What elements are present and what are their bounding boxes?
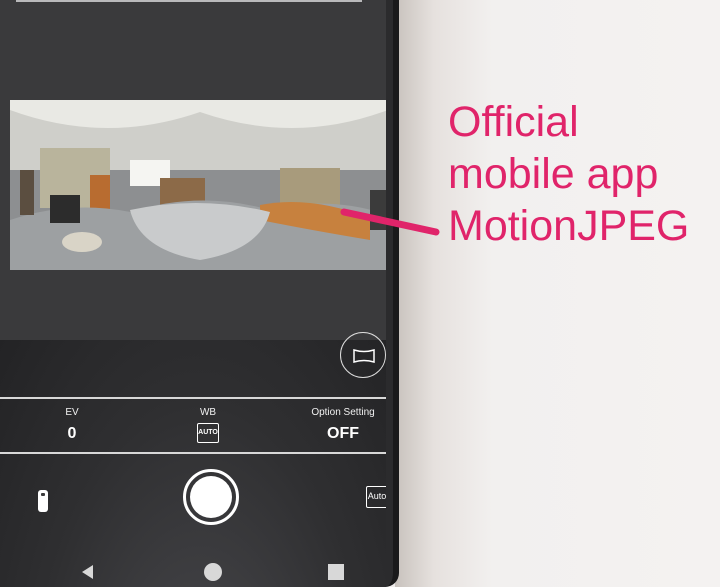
phone-frame: EV 0 WB AUTO Option Setting OFF Auto: [0, 0, 399, 587]
nav-back-button[interactable]: [78, 562, 98, 582]
annotation-line-3: MotionJPEG: [448, 202, 690, 250]
reflection-shade: [0, 340, 386, 587]
annotation-line-2: mobile app: [448, 150, 659, 198]
home-icon: [204, 563, 222, 581]
view-mode-button[interactable]: [340, 332, 386, 378]
live-preview[interactable]: [10, 100, 386, 270]
option-setting-label: Option Setting: [311, 407, 375, 418]
back-icon: [82, 565, 93, 579]
camera-mode-icon: [38, 490, 48, 512]
panorama-image: [10, 100, 386, 270]
wb-control[interactable]: WB AUTO: [188, 405, 228, 445]
recents-icon: [328, 564, 344, 580]
controls-bottom-divider: [0, 452, 386, 454]
ev-label: EV: [65, 407, 79, 418]
background: [395, 0, 720, 587]
shutter-button[interactable]: [183, 469, 239, 525]
shooting-mode-label: Auto: [367, 491, 386, 501]
nav-home-button[interactable]: [202, 561, 224, 583]
option-setting-value: OFF: [327, 425, 359, 442]
wb-auto-icon: AUTO: [197, 423, 219, 443]
annotation-line-1: Official: [448, 98, 579, 146]
option-setting-control[interactable]: Option Setting OFF: [300, 405, 386, 445]
shutter-inner: [190, 476, 232, 518]
camera-screen: EV 0 WB AUTO Option Setting OFF Auto: [0, 0, 386, 587]
nav-recents-button[interactable]: [326, 562, 346, 582]
panorama-view-icon: [353, 348, 375, 364]
wb-label: WB: [199, 407, 217, 418]
capture-mode-button[interactable]: [34, 486, 52, 516]
controls-top-divider: [0, 397, 386, 399]
ev-control[interactable]: EV 0: [52, 405, 92, 445]
ev-value: 0: [67, 425, 77, 442]
top-divider: [16, 0, 362, 2]
annotation-arrow: [340, 208, 440, 236]
shooting-mode-button[interactable]: Auto: [366, 486, 386, 508]
